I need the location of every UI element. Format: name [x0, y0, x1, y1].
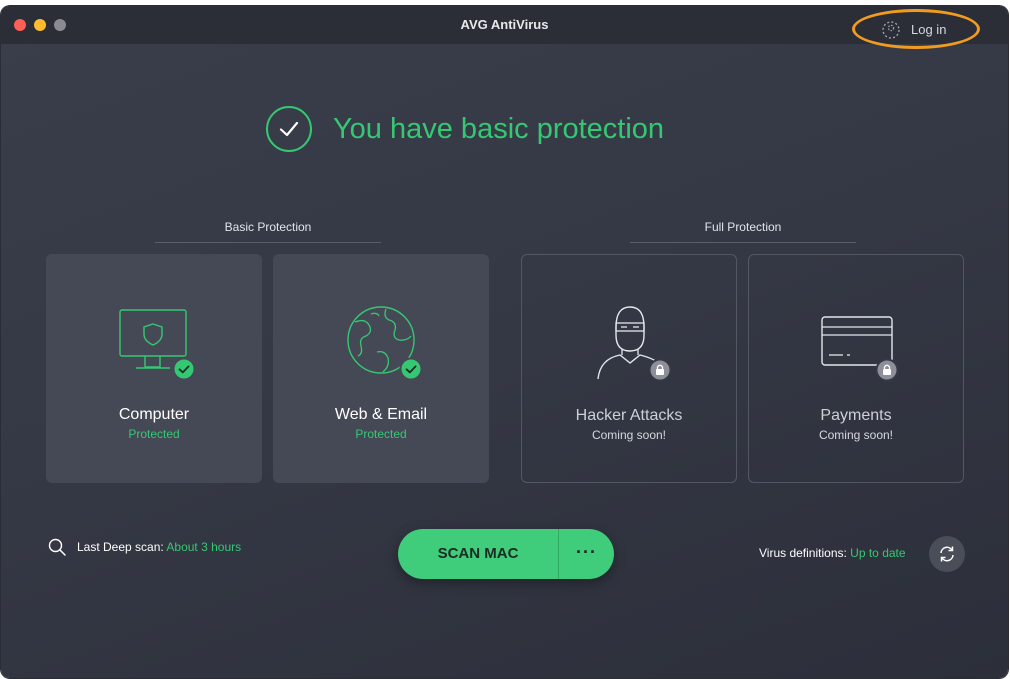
card-title: Web & Email: [334, 406, 428, 423]
lock-badge-icon: [875, 358, 899, 382]
refresh-icon: [940, 546, 954, 562]
card-status: Protected: [355, 427, 407, 441]
hacker-icon: [597, 306, 672, 382]
scan-mac-button[interactable]: SCAN MAC: [398, 529, 558, 579]
scan-button-group: SCAN MAC ···: [398, 529, 614, 579]
check-badge-icon: [399, 357, 423, 381]
card-title: Hacker Attacks: [575, 407, 683, 424]
card-payments[interactable]: Payments Coming soon!: [748, 254, 964, 483]
card-title: Computer: [118, 406, 190, 423]
card-status: Protected: [128, 427, 180, 441]
basic-protection-divider: [155, 242, 381, 243]
login-button[interactable]: Log in: [852, 9, 980, 49]
title-bar: AVG AntiVirus Log in: [1, 6, 1008, 49]
virus-definitions-value: Up to date: [850, 546, 906, 560]
scan-options-button[interactable]: ···: [559, 529, 614, 579]
full-protection-divider: [630, 242, 856, 243]
check-badge-icon: [172, 357, 196, 381]
card-status: Coming soon!: [818, 428, 894, 442]
card-status: Coming soon!: [591, 428, 667, 442]
card-hacker-attacks[interactable]: Hacker Attacks Coming soon!: [521, 254, 737, 483]
virus-definitions-label: Virus definitions:: [759, 546, 847, 560]
monitor-shield-icon: [119, 309, 196, 381]
status-headline: You have basic protection: [333, 113, 665, 145]
card-web-email[interactable]: Web & Email Protected: [273, 254, 489, 483]
full-protection-label: Full Protection: [704, 220, 782, 234]
lock-badge-icon: [648, 358, 672, 382]
card-computer[interactable]: Computer Protected: [46, 254, 262, 483]
credit-card-icon: [821, 316, 899, 382]
user-dashed-icon: [882, 21, 900, 39]
app-window: AVG AntiVirus Log in You have basic prot…: [1, 6, 1008, 678]
update-definitions-button[interactable]: [929, 536, 965, 572]
card-title: Payments: [820, 407, 892, 424]
globe-icon: [347, 306, 423, 381]
login-label: Log in: [911, 22, 947, 37]
status-check-icon: [266, 106, 312, 152]
last-scan-value[interactable]: About 3 hours: [166, 540, 241, 554]
basic-protection-label: Basic Protection: [224, 220, 312, 234]
search-icon: [48, 538, 66, 556]
virus-definitions-info: Virus definitions: Up to date: [759, 546, 906, 560]
last-scan-label: Last Deep scan:: [77, 540, 164, 554]
